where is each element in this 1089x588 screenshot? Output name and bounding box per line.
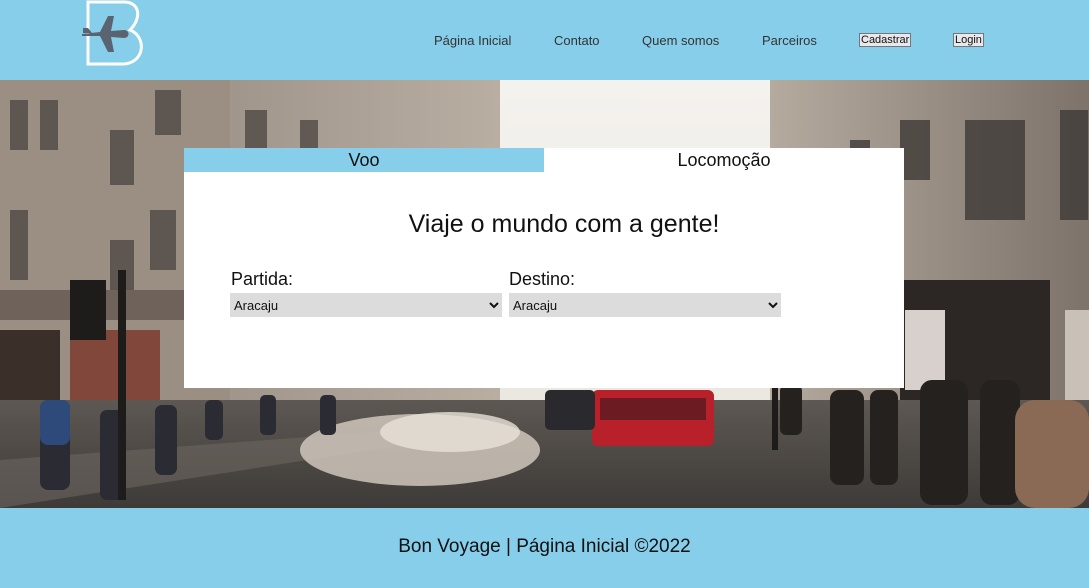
destination-select-value: Aracaju xyxy=(513,298,558,313)
nav-home[interactable]: Página Inicial xyxy=(434,33,511,48)
nav-contact[interactable]: Contato xyxy=(554,33,600,48)
nav-about[interactable]: Quem somos xyxy=(642,33,719,48)
login-button[interactable]: Login xyxy=(953,33,984,47)
site-footer: Bon Voyage | Página Inicial ©2022 xyxy=(0,508,1089,588)
nav-partners[interactable]: Parceiros xyxy=(762,33,817,48)
origin-select[interactable]: Aracaju xyxy=(230,293,502,317)
site-header: Página Inicial Contato Quem somos Parcei… xyxy=(0,0,1089,80)
origin-select-value: Aracaju xyxy=(234,298,279,313)
tab-transport[interactable]: Locomoção xyxy=(544,148,904,172)
destination-select[interactable]: Aracaju xyxy=(509,293,781,317)
footer-copyright: Bon Voyage | Página Inicial ©2022 xyxy=(398,536,691,557)
tab-flight[interactable]: Voo xyxy=(184,148,544,172)
register-button[interactable]: Cadastrar xyxy=(859,33,912,47)
booking-title: Viaje o mundo com a gente! xyxy=(408,210,720,238)
chevron-down-icon xyxy=(489,302,499,309)
logo-icon[interactable] xyxy=(80,0,146,68)
booking-panel: Voo Locomoção Viaje o mundo com a gente!… xyxy=(184,148,904,388)
destination-label: Destino: xyxy=(509,269,576,289)
origin-label: Partida: xyxy=(231,269,294,289)
chevron-down-icon xyxy=(768,302,778,309)
